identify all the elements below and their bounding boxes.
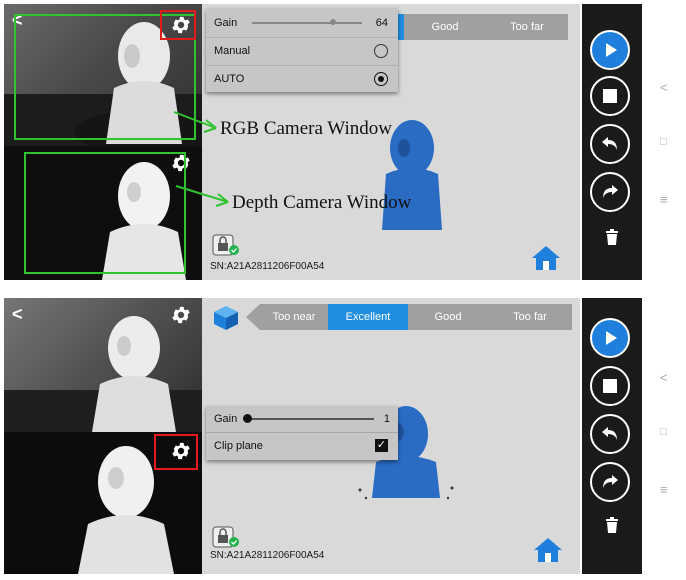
redo-button[interactable] [590,462,630,502]
gain-value: 1 [383,413,390,425]
quality-arrow [246,304,260,330]
nav-menu-icon[interactable]: ≡ [660,192,668,207]
settings-highlight [154,434,198,470]
mode-auto-radio[interactable] [374,72,388,86]
screenshot-bottom: < Too near Excellent Good Too far Gain 1… [4,298,686,574]
scan-viewport[interactable]: Good Too far SN:A21A2811206F00A54 Gain 6… [202,4,580,280]
gain-slider-track[interactable] [246,418,374,420]
cube-icon[interactable] [212,304,240,332]
stop-icon [603,89,617,103]
clip-plane-label: Clip plane [214,440,263,452]
gain-row[interactable]: Gain 1 [206,406,398,432]
home-icon[interactable] [530,244,562,272]
mode-auto-label: AUTO [214,73,245,85]
quality-too-far: Too far [486,14,568,40]
mode-manual-row[interactable]: Manual [206,38,398,64]
nav-home-icon[interactable]: □ [660,136,667,148]
redo-button[interactable] [590,172,630,212]
settings-highlight [160,10,196,40]
scan-viewport[interactable]: Too near Excellent Good Too far Gain 1 C… [202,298,580,574]
stop-button[interactable] [590,366,630,406]
trash-icon[interactable] [603,228,621,246]
gain-label: Gain [214,413,238,425]
clip-plane-checkbox[interactable]: ✓ [375,439,388,452]
redo-icon [603,475,618,488]
stop-icon [603,379,617,393]
play-icon [606,43,617,57]
system-nav-bar: < □ ≡ [644,298,686,574]
depth-window-highlight [24,152,186,274]
nav-home-icon[interactable]: □ [660,426,667,438]
system-nav-bar: < □ ≡ [644,4,686,280]
serial-number: SN:A21A2811206F00A54 [210,261,325,272]
play-button[interactable] [590,30,630,70]
undo-icon [602,427,617,440]
lock-status-icon [212,526,239,548]
play-icon [606,331,617,345]
depth-window-caption: Depth Camera Window [232,192,412,213]
rgb-window-caption: RGB Camera Window [220,118,392,139]
gain-row[interactable]: Gain 64 [206,10,398,36]
nav-menu-icon[interactable]: ≡ [660,482,668,497]
undo-icon [602,137,617,150]
mode-auto-row[interactable]: AUTO [206,66,398,92]
undo-button[interactable] [590,124,630,164]
depth-settings-menu: Gain 1 Clip plane ✓ [206,406,398,460]
undo-button[interactable] [590,414,630,454]
nav-back-icon[interactable]: < [660,370,668,385]
stop-button[interactable] [590,76,630,116]
redo-icon [603,185,618,198]
gain-slider-thumb[interactable] [330,19,336,25]
screenshot-top: < Good Too far SN:A21A2811206F00A54 Gain… [4,4,686,280]
mode-manual-label: Manual [214,45,251,57]
scan-controls-sidebar [582,4,642,280]
camera-settings-menu: Gain 64 Manual AUTO [206,8,398,92]
back-arrow-icon[interactable]: < [12,304,23,325]
play-button[interactable] [590,318,630,358]
mode-manual-radio[interactable] [374,44,388,58]
gain-slider-thumb[interactable] [243,414,252,423]
gain-label: Gain [214,17,238,29]
gear-icon[interactable] [170,304,192,326]
clip-plane-row[interactable]: Clip plane ✓ [206,433,398,459]
lock-status-icon [212,234,239,256]
serial-number: SN:A21A2811206F00A54 [210,550,325,561]
quality-too-far: Too far [488,304,572,330]
trash-icon[interactable] [603,516,621,534]
quality-too-near: Too near [260,304,328,330]
gain-slider-track[interactable] [252,22,362,24]
home-icon[interactable] [532,536,564,564]
gain-value: 64 [375,17,388,29]
scan-controls-sidebar [582,298,642,574]
rgb-camera-window[interactable]: < [4,298,202,432]
nav-back-icon[interactable]: < [660,80,668,95]
quality-excellent: Excellent [328,304,408,330]
quality-good: Good [404,14,486,40]
quality-good: Good [408,304,488,330]
